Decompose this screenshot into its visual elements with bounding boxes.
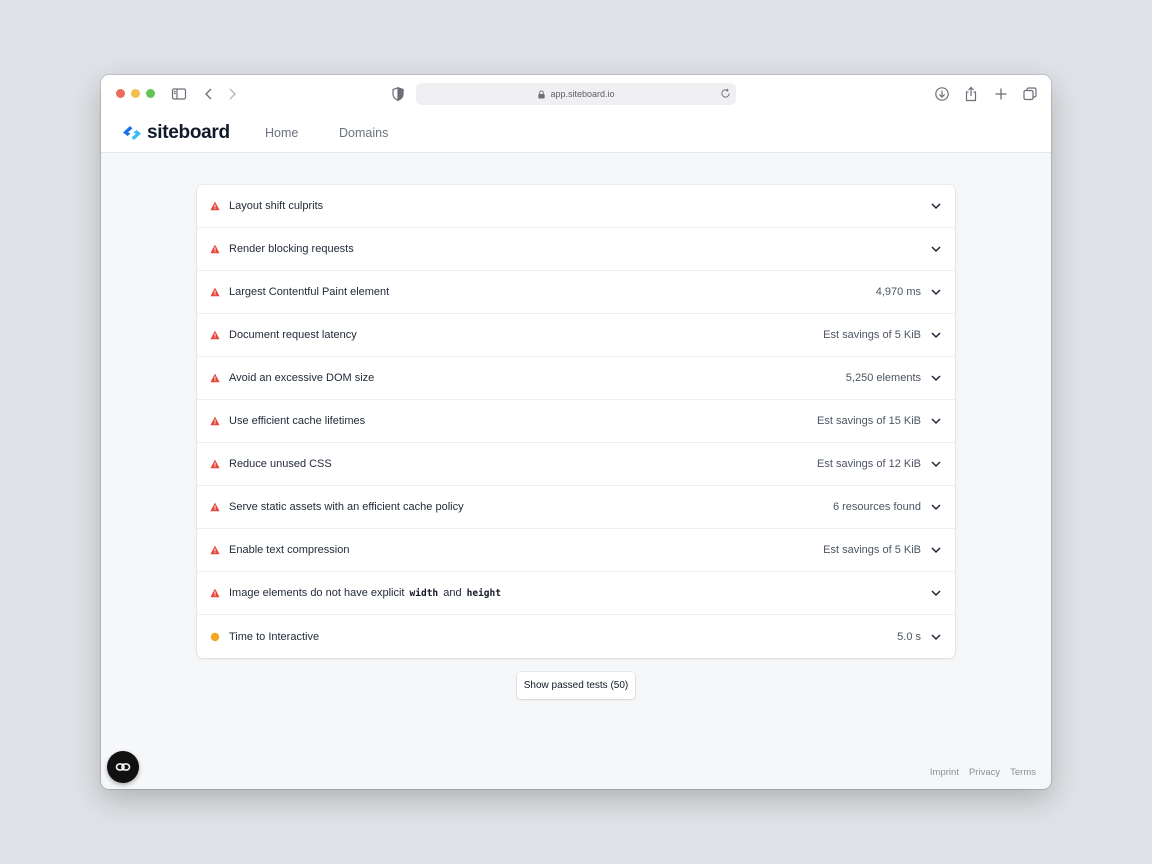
nav-link-domains[interactable]: Domains: [339, 126, 388, 140]
chevron-down-icon[interactable]: [930, 544, 942, 556]
minimize-window-button[interactable]: [131, 89, 140, 98]
audit-title: Render blocking requests: [229, 243, 354, 255]
warning-icon: [210, 545, 220, 555]
audit-title: Avoid an excessive DOM size: [229, 372, 375, 384]
lock-icon: [538, 89, 546, 99]
audit-row[interactable]: Largest Contentful Paint element 4,970 ms: [197, 271, 955, 314]
zoom-window-button[interactable]: [146, 89, 155, 98]
footer-links: Imprint Privacy Terms: [930, 767, 1036, 778]
audit-title: Document request latency: [229, 329, 357, 341]
chevron-down-icon[interactable]: [930, 372, 942, 384]
audit-title: Serve static assets with an efficient ca…: [229, 501, 464, 513]
browser-window: app.siteboard.io siteboard Home Domains …: [101, 75, 1051, 789]
audit-title: Layout shift culprits: [229, 200, 324, 212]
footer-link-privacy[interactable]: Privacy: [969, 767, 1000, 778]
site-header: siteboard Home Domains: [101, 113, 1051, 153]
audit-row[interactable]: Reduce unused CSS Est savings of 12 KiB: [197, 443, 955, 486]
footer-link-terms[interactable]: Terms: [1010, 767, 1036, 778]
audit-title: Image elements do not have explicit widt…: [229, 587, 930, 599]
footer-link-imprint[interactable]: Imprint: [930, 767, 959, 778]
tab-overview-icon[interactable]: [1022, 86, 1038, 102]
warning-icon: [210, 373, 220, 383]
audit-title: Reduce unused CSS: [229, 458, 332, 470]
chevron-down-icon[interactable]: [930, 587, 942, 599]
window-controls: [116, 89, 155, 98]
audit-row[interactable]: Render blocking requests: [197, 228, 955, 271]
chevron-down-icon[interactable]: [930, 329, 942, 341]
chevron-down-icon[interactable]: [930, 458, 942, 470]
code-attribute: width: [409, 588, 439, 599]
forward-icon[interactable]: [224, 86, 240, 102]
audit-metric: 4,970 ms: [875, 286, 921, 298]
chevron-down-icon[interactable]: [930, 415, 942, 427]
warning-icon: [210, 416, 220, 426]
audit-row[interactable]: Use efficient cache lifetimes Est savings…: [197, 400, 955, 443]
share-icon[interactable]: [963, 86, 979, 102]
warning-icon: [210, 244, 220, 254]
audit-metric: Est savings of 5 KiB: [823, 544, 921, 556]
siteboard-logo-icon: [123, 126, 141, 140]
chevron-down-icon[interactable]: [930, 286, 942, 298]
sidebar-toggle-icon[interactable]: [171, 86, 187, 102]
audit-row[interactable]: Layout shift culprits: [197, 185, 955, 228]
audit-row[interactable]: Image elements do not have explicit widt…: [197, 572, 955, 615]
audit-row[interactable]: Document request latency Est savings of 5…: [197, 314, 955, 357]
warning-icon: [210, 588, 220, 598]
warning-icon: [210, 287, 220, 297]
audit-title: Enable text compression: [229, 544, 350, 556]
audit-metric: 5.0 s: [897, 630, 921, 643]
audit-metric: Est savings of 15 KiB: [817, 415, 921, 427]
warning-icon: [210, 502, 220, 512]
address-bar[interactable]: app.siteboard.io: [416, 83, 736, 105]
audit-title: Time to Interactive: [229, 630, 320, 643]
audit-metric: 5,250 elements: [845, 372, 921, 384]
nav-link-home[interactable]: Home: [265, 126, 298, 140]
new-tab-icon[interactable]: [993, 86, 1009, 102]
reload-icon[interactable]: [720, 88, 731, 99]
audit-title: Largest Contentful Paint element: [229, 286, 390, 298]
brand-name: siteboard: [147, 122, 230, 143]
privacy-shield-icon[interactable]: [390, 86, 406, 102]
chevron-down-icon[interactable]: [930, 243, 942, 255]
link-icon: [115, 763, 131, 771]
audit-title: Use efficient cache lifetimes: [229, 415, 366, 427]
audit-row[interactable]: Enable text compression Est savings of 5 …: [197, 529, 955, 572]
warning-icon: [210, 459, 220, 469]
chevron-down-icon[interactable]: [930, 200, 942, 212]
downloads-icon[interactable]: [934, 86, 950, 102]
audit-row[interactable]: Time to Interactive 5.0 s: [197, 615, 955, 658]
audit-metric: Est savings of 12 KiB: [817, 458, 921, 470]
audit-metric: Est savings of 5 KiB: [823, 329, 921, 341]
close-window-button[interactable]: [116, 89, 125, 98]
chevron-down-icon[interactable]: [930, 501, 942, 513]
warning-icon: [210, 330, 220, 340]
chat-widget-button[interactable]: [107, 751, 139, 783]
audit-metric: 6 resources found: [832, 501, 921, 513]
back-icon[interactable]: [201, 86, 217, 102]
show-passed-tests-button[interactable]: Show passed tests (50): [517, 672, 635, 699]
code-attribute: height: [466, 588, 501, 599]
status-dot-icon: [210, 632, 220, 642]
audit-list: Layout shift culprits Render blocking req…: [197, 185, 955, 658]
url-text: app.siteboard.io: [550, 89, 615, 99]
audit-row[interactable]: Avoid an excessive DOM size 5,250 element…: [197, 357, 955, 400]
audit-title-text: Image elements do not have explicit: [229, 587, 408, 599]
warning-icon: [210, 201, 220, 211]
chevron-down-icon[interactable]: [930, 631, 942, 643]
browser-toolbar: app.siteboard.io: [101, 75, 1051, 113]
audit-row[interactable]: Serve static assets with an efficient ca…: [197, 486, 955, 529]
audit-title-text: and: [440, 587, 465, 599]
siteboard-logo[interactable]: siteboard: [121, 122, 230, 144]
